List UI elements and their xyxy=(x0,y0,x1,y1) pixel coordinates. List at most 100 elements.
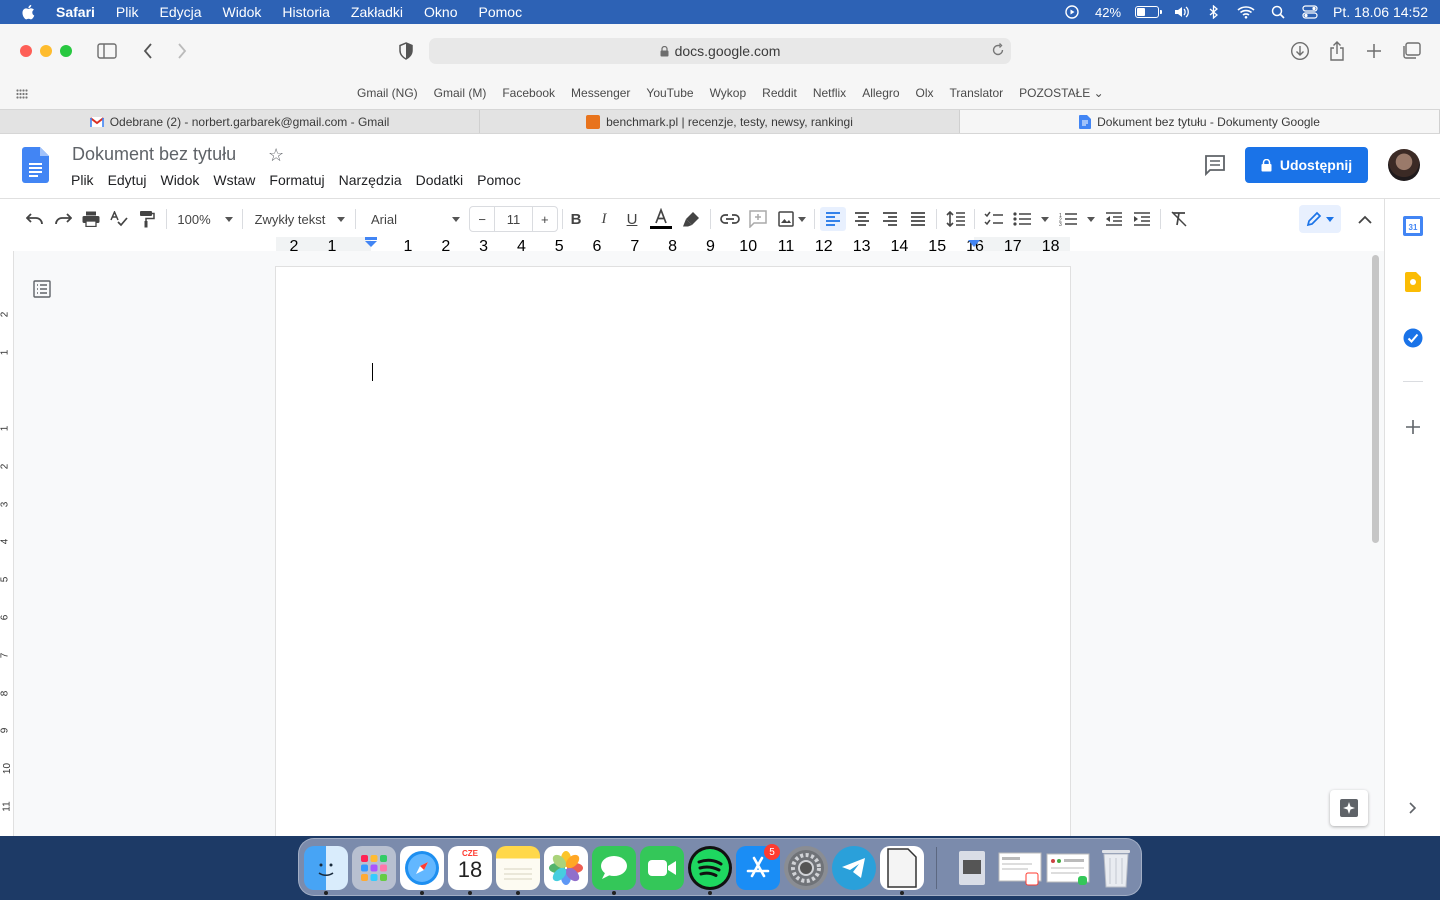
spotlight-search-icon[interactable] xyxy=(1269,5,1287,19)
document-outline-icon[interactable] xyxy=(33,280,51,298)
battery-icon[interactable] xyxy=(1135,6,1163,18)
favorite-pozostale[interactable]: POZOSTAŁE ⌄ xyxy=(1019,86,1104,100)
spellcheck-icon[interactable] xyxy=(109,207,129,231)
docs-menu-edytuj[interactable]: Edytuj xyxy=(108,172,147,188)
insert-image-select[interactable] xyxy=(776,207,808,231)
tab-gmail[interactable]: Odebrane (2) - norbert.garbarek@gmail.co… xyxy=(0,110,480,133)
calendar-app-icon[interactable]: CZE 18 xyxy=(448,846,492,890)
increase-font-size-button[interactable]: + xyxy=(533,212,557,227)
trash-icon[interactable] xyxy=(1094,846,1138,890)
google-keep-icon[interactable] xyxy=(1401,270,1425,294)
volume-icon[interactable] xyxy=(1173,5,1191,19)
messages-app-icon[interactable] xyxy=(592,846,636,890)
google-tasks-icon[interactable] xyxy=(1401,326,1425,350)
expand-panel-icon[interactable] xyxy=(1401,796,1425,820)
numbered-list-select[interactable]: 123 xyxy=(1058,207,1096,231)
tab-google-docs[interactable]: Dokument bez tytułu - Dokumenty Google xyxy=(960,110,1440,133)
align-center-icon[interactable] xyxy=(852,207,872,231)
menu-zakladki[interactable]: Zakładki xyxy=(351,4,403,20)
document-page[interactable] xyxy=(276,267,1070,836)
font-family-select[interactable]: Arial xyxy=(366,207,460,231)
favorite-youtube[interactable]: YouTube xyxy=(646,86,693,100)
checklist-icon[interactable] xyxy=(983,207,1005,231)
vertical-scrollbar[interactable] xyxy=(1372,255,1379,543)
insert-link-icon[interactable] xyxy=(719,207,741,231)
bold-icon[interactable]: B xyxy=(566,207,586,231)
close-window-button[interactable] xyxy=(20,45,32,57)
share-icon[interactable] xyxy=(1327,41,1347,61)
align-justify-icon[interactable] xyxy=(908,207,928,231)
system-preferences-app-icon[interactable] xyxy=(784,846,828,890)
google-docs-logo-icon[interactable] xyxy=(22,147,49,183)
document-title-input[interactable]: Dokument bez tytułu xyxy=(72,144,236,165)
clear-formatting-icon[interactable] xyxy=(1169,207,1189,231)
align-right-icon[interactable] xyxy=(880,207,900,231)
underline-icon[interactable]: U xyxy=(622,207,642,231)
paint-format-icon[interactable] xyxy=(137,207,157,231)
editing-mode-select[interactable] xyxy=(1299,205,1341,233)
favorite-translator[interactable]: Translator xyxy=(950,86,1004,100)
docs-menu-formatuj[interactable]: Formatuj xyxy=(269,172,324,188)
font-size-input[interactable]: 11 xyxy=(494,207,533,231)
photos-app-icon[interactable] xyxy=(544,846,588,890)
line-spacing-icon[interactable] xyxy=(945,207,967,231)
new-tab-icon[interactable] xyxy=(1364,41,1384,61)
decrease-font-size-button[interactable]: − xyxy=(470,212,494,227)
favorite-facebook[interactable]: Facebook xyxy=(502,86,555,100)
menu-okno[interactable]: Okno xyxy=(424,4,457,20)
bulleted-list-select[interactable] xyxy=(1012,207,1050,231)
get-addons-icon[interactable] xyxy=(1401,415,1425,439)
privacy-shield-icon[interactable] xyxy=(396,41,416,61)
menu-edycja[interactable]: Edycja xyxy=(159,4,201,20)
text-color-icon[interactable] xyxy=(650,207,672,231)
google-calendar-icon[interactable]: 31 xyxy=(1401,214,1425,238)
explore-button[interactable] xyxy=(1330,790,1368,826)
downloads-stack-icon[interactable] xyxy=(998,846,1042,890)
docs-menu-dodatki[interactable]: Dodatki xyxy=(416,172,463,188)
notes-app-icon[interactable] xyxy=(496,846,540,890)
docs-menu-narzedzia[interactable]: Narzędzia xyxy=(339,172,402,188)
favorite-allegro[interactable]: Allegro xyxy=(862,86,899,100)
finder-app-icon[interactable] xyxy=(304,846,348,890)
right-indent-marker-icon[interactable] xyxy=(968,240,980,248)
fullscreen-window-button[interactable] xyxy=(60,45,72,57)
forward-icon[interactable] xyxy=(172,41,192,61)
favorite-olx[interactable]: Olx xyxy=(916,86,934,100)
documents-stack-icon[interactable] xyxy=(950,846,994,890)
docs-menu-widok[interactable]: Widok xyxy=(160,172,199,188)
favorite-gmail-m[interactable]: Gmail (M) xyxy=(434,86,487,100)
collapse-menus-icon[interactable] xyxy=(1355,207,1375,231)
sidebar-toggle-icon[interactable] xyxy=(97,41,117,61)
italic-icon[interactable]: I xyxy=(594,207,614,231)
file-app-icon[interactable] xyxy=(880,846,924,890)
decrease-indent-icon[interactable] xyxy=(1104,207,1124,231)
print-icon[interactable] xyxy=(81,207,101,231)
launchpad-app-icon[interactable] xyxy=(352,846,396,890)
add-comment-icon[interactable] xyxy=(748,207,768,231)
menu-pomoc[interactable]: Pomoc xyxy=(479,4,523,20)
share-button[interactable]: Udostępnij xyxy=(1245,147,1368,183)
facetime-app-icon[interactable] xyxy=(640,846,684,890)
favorite-netflix[interactable]: Netflix xyxy=(813,86,846,100)
docs-menu-pomoc[interactable]: Pomoc xyxy=(477,172,521,188)
favorite-gmail-ng[interactable]: Gmail (NG) xyxy=(357,86,418,100)
favorite-messenger[interactable]: Messenger xyxy=(571,86,630,100)
telegram-app-icon[interactable] xyxy=(832,846,876,890)
star-icon[interactable]: ☆ xyxy=(268,145,284,166)
apple-icon[interactable] xyxy=(20,3,38,21)
back-icon[interactable] xyxy=(138,41,158,61)
spotify-app-icon[interactable] xyxy=(688,846,732,890)
menu-app-name[interactable]: Safari xyxy=(56,4,95,20)
paragraph-style-select[interactable]: Zwykły tekst xyxy=(254,207,346,231)
wifi-icon[interactable] xyxy=(1237,5,1255,19)
bluetooth-icon[interactable] xyxy=(1205,5,1223,19)
tab-overview-icon[interactable] xyxy=(1401,41,1421,61)
comment-history-icon[interactable] xyxy=(1203,153,1227,177)
avatar[interactable] xyxy=(1388,149,1420,181)
favorites-grid-icon[interactable] xyxy=(16,88,28,102)
undo-icon[interactable] xyxy=(25,207,45,231)
address-bar[interactable]: docs.google.com xyxy=(429,38,1011,64)
redo-icon[interactable] xyxy=(53,207,73,231)
increase-indent-icon[interactable] xyxy=(1132,207,1152,231)
menu-widok[interactable]: Widok xyxy=(223,4,262,20)
